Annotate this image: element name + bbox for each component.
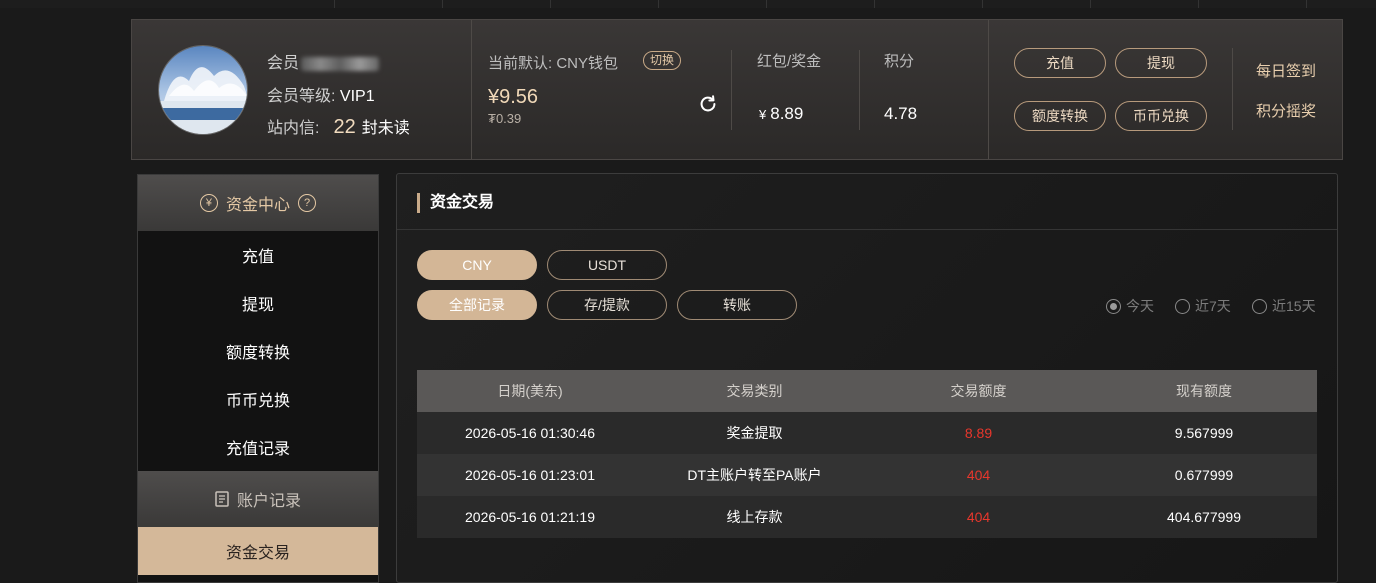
sidebar-section-title: 资金中心: [225, 197, 290, 214]
sidebar-item-withdraw[interactable]: 提现: [138, 279, 378, 327]
wallet-sub-balance: ₮0.39: [488, 111, 522, 126]
tab-usdt[interactable]: USDT: [547, 250, 667, 280]
header-divider: [731, 50, 732, 130]
transfer-button[interactable]: 额度转换: [1014, 101, 1106, 131]
points-value: 4.78: [884, 104, 918, 123]
table-row: 2026-05-16 01:30:46 奖金提取 8.89 9.567999: [417, 412, 1317, 454]
withdraw-button[interactable]: 提现: [1115, 48, 1207, 78]
daily-checkin-link[interactable]: 每日签到: [1256, 60, 1316, 81]
sidebar-subsection-title: 账户记录: [236, 493, 301, 510]
inbox-count[interactable]: 22: [333, 116, 355, 138]
cell-date: 2026-05-16 01:23:01: [465, 467, 595, 483]
member-level-value: VIP1: [339, 88, 375, 105]
sidebar-item-fund-transactions[interactable]: 资金交易: [138, 527, 378, 575]
transactions-table: 日期(美东) 交易类别 交易额度 现有额度 2026-05-16 01:30:4…: [417, 370, 1317, 538]
tab-deposit-withdraw[interactable]: 存/提款: [547, 290, 667, 320]
cell-type: 线上存款: [726, 509, 783, 525]
sidebar-section-funds: ¥ 资金中心 ?: [138, 175, 378, 231]
member-name-label: 会员: [267, 55, 300, 72]
header-divider: [1232, 48, 1233, 130]
points-label: 积分: [884, 53, 915, 70]
top-nav-strip: [0, 0, 1376, 8]
cell-date: 2026-05-16 01:21:19: [465, 509, 595, 525]
switch-wallet-button[interactable]: 切换: [643, 51, 682, 70]
refresh-icon[interactable]: [697, 93, 719, 115]
wallet-balance: ¥9.56: [488, 86, 539, 108]
points-lottery-link[interactable]: 积分摇奖: [1256, 100, 1316, 121]
cell-balance: 9.567999: [1174, 425, 1234, 441]
sidebar-item-exchange[interactable]: 币币兑换: [138, 375, 378, 423]
page-title: 资金交易: [417, 193, 494, 213]
table-header: 日期(美东) 交易类别 交易额度 现有额度: [417, 370, 1317, 412]
exchange-button[interactable]: 币币兑换: [1115, 101, 1207, 131]
filter-today-label: 今天: [1126, 298, 1154, 314]
column-header-balance: 现有额度: [1176, 383, 1232, 399]
radio-selected-icon: [1106, 298, 1121, 314]
tab-cny[interactable]: CNY: [417, 250, 537, 280]
inbox-suffix: 封未读: [361, 120, 410, 137]
member-level-row: 会员等级: VIP1: [267, 82, 375, 106]
bonus-value: ¥8.89: [759, 104, 803, 124]
cell-type: DT主账户转至PA账户: [687, 467, 822, 483]
tab-transfer[interactable]: 转账: [677, 290, 797, 320]
filter-15-days[interactable]: 近15天: [1252, 296, 1316, 316]
radio-icon: [1175, 298, 1190, 314]
avatar[interactable]: [158, 45, 248, 135]
filter-today[interactable]: 今天: [1106, 296, 1154, 316]
filter-15-days-label: 近15天: [1272, 298, 1316, 314]
filter-7-days-label: 近7天: [1195, 298, 1231, 314]
column-header-type: 交易类别: [726, 383, 783, 399]
header-divider: [859, 50, 860, 130]
member-level-label: 会员等级:: [267, 88, 336, 105]
deposit-button[interactable]: 充值: [1014, 48, 1106, 78]
sidebar-item-deposit-records[interactable]: 充值记录: [138, 423, 378, 471]
cell-type: 奖金提取: [726, 425, 783, 441]
yuan-icon: ¥: [199, 194, 218, 212]
title-divider: [397, 229, 1337, 230]
cell-balance: 0.677999: [1174, 467, 1234, 483]
sidebar-item-deposit[interactable]: 充值: [138, 231, 378, 279]
cell-amount: 404: [966, 467, 991, 483]
inbox-row[interactable]: 站内信: 22 封未读: [267, 114, 410, 139]
fund-transactions-panel: 资金交易 CNY USDT 全部记录 存/提款 转账 今天 近7天 近15天 日…: [396, 173, 1338, 583]
member-name-redacted: [301, 56, 380, 71]
member-name-row: 会员: [267, 49, 380, 73]
bonus-label: 红包/奖金: [757, 53, 822, 70]
column-header-date: 日期(美东): [497, 383, 563, 399]
table-row: 2026-05-16 01:21:19 线上存款 404 404.677999: [417, 496, 1317, 538]
radio-icon: [1252, 298, 1267, 314]
sidebar-item-transfer[interactable]: 额度转换: [138, 327, 378, 375]
tab-all-records[interactable]: 全部记录: [417, 290, 537, 320]
cell-balance: 404.677999: [1167, 509, 1241, 525]
header-divider: [988, 20, 989, 159]
cell-amount: 404: [966, 509, 991, 525]
bonus-amount: 8.89: [770, 104, 804, 123]
help-icon[interactable]: ?: [298, 194, 316, 212]
cell-amount: 8.89: [964, 425, 993, 441]
cell-date: 2026-05-16 01:30:46: [465, 425, 595, 441]
filter-7-days[interactable]: 近7天: [1175, 296, 1231, 316]
account-header: 会员 会员等级: VIP1 站内信: 22 封未读 当前默认: CNY钱包 切换 ¥…: [131, 19, 1343, 160]
document-icon: [215, 491, 229, 507]
sidebar-section-account-records: 账户记录: [138, 471, 378, 527]
table-row: 2026-05-16 01:23:01 DT主账户转至PA账户 404 0.67…: [417, 454, 1317, 496]
column-header-amount: 交易额度: [950, 383, 1007, 399]
default-wallet-label: 当前默认: CNY钱包: [488, 55, 619, 72]
sidebar: ¥ 资金中心 ? 充值 提现 额度转换 币币兑换 充值记录 账户记录 资金交易: [137, 174, 379, 583]
header-divider: [471, 20, 472, 159]
inbox-label: 站内信:: [267, 120, 320, 137]
bonus-currency: ¥: [759, 107, 767, 122]
